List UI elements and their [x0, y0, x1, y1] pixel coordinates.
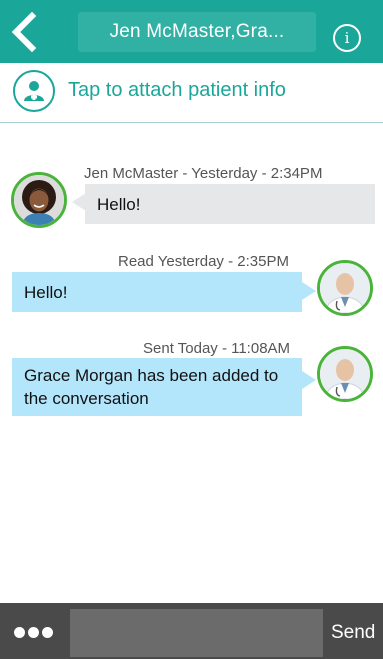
chat-screen: Jen McMaster,Gra... i Tap to attach pati…	[0, 0, 383, 659]
header-bar: Jen McMaster,Gra... i	[0, 0, 383, 63]
info-button[interactable]: i	[333, 24, 361, 52]
attach-patient-label: Tap to attach patient info	[68, 79, 286, 101]
message-text: Hello!	[97, 195, 141, 214]
chevron-left-icon	[11, 11, 37, 53]
patient-icon	[13, 70, 55, 112]
back-button[interactable]	[6, 10, 46, 54]
message-list[interactable]: Jen McMaster - Yesterday - 2:34PM Hello!…	[0, 123, 383, 603]
avatar[interactable]	[11, 172, 67, 228]
avatar[interactable]	[317, 346, 373, 402]
message-meta: Jen McMaster - Yesterday - 2:34PM	[84, 165, 323, 182]
avatar[interactable]	[317, 260, 373, 316]
send-button[interactable]: Send	[331, 622, 375, 644]
message-meta: Read Yesterday - 2:35PM	[118, 253, 289, 270]
bubble-tail	[302, 282, 316, 300]
info-icon: i	[344, 29, 350, 47]
message-bubble[interactable]: Hello!	[85, 184, 375, 224]
message-text: Hello!	[24, 283, 68, 302]
bubble-tail	[302, 371, 316, 389]
message-meta: Sent Today - 11:08AM	[143, 340, 291, 357]
message-text: Grace Morgan has been added to the conve…	[24, 366, 279, 408]
attach-patient-bar[interactable]: Tap to attach patient info	[0, 63, 383, 123]
more-options-button[interactable]	[14, 625, 58, 639]
more-dots-icon	[14, 627, 25, 638]
message-bubble[interactable]: Hello!	[12, 272, 302, 312]
more-dots-icon	[42, 627, 53, 638]
message-bubble[interactable]: Grace Morgan has been added to the conve…	[12, 358, 302, 416]
message-input[interactable]	[70, 609, 323, 657]
bubble-tail	[72, 193, 86, 211]
more-dots-icon	[28, 627, 39, 638]
conversation-title[interactable]: Jen McMaster,Gra...	[78, 12, 316, 52]
composer-bar: Send	[0, 603, 383, 659]
